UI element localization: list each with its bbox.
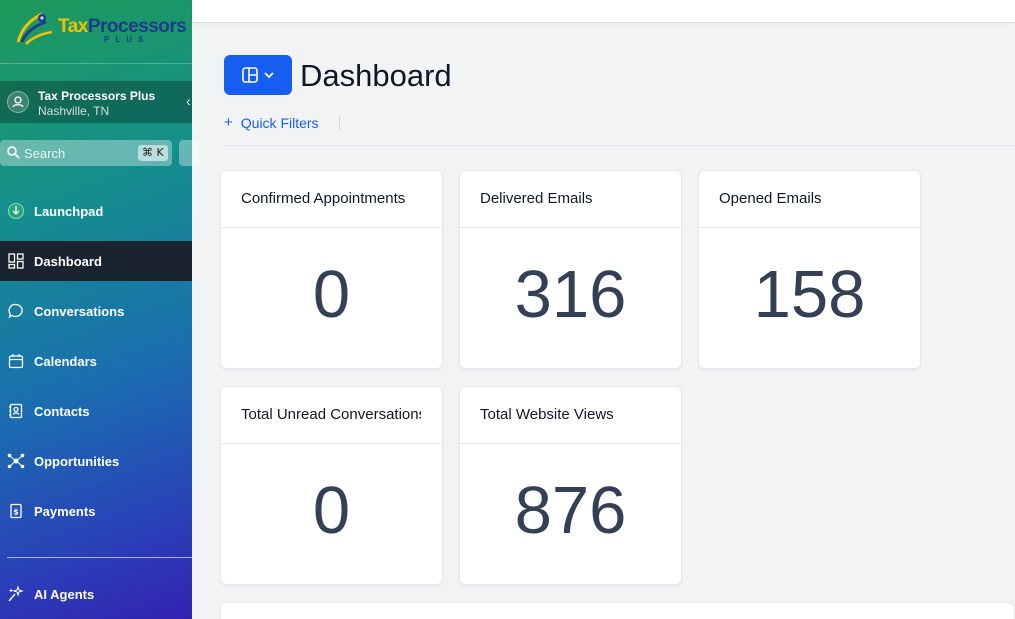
- sidebar-item-conversations[interactable]: Conversations: [0, 291, 192, 331]
- widget-title: Opened Emails: [719, 190, 822, 207]
- filter-separator: [339, 116, 340, 130]
- widget-card-partial[interactable]: [220, 602, 1015, 619]
- layout-panel-icon: [242, 67, 258, 83]
- sidebar-item-label: AI Agents: [34, 586, 95, 602]
- svg-text:$: $: [13, 508, 19, 517]
- page-title: Dashboard: [300, 58, 452, 93]
- widget-title: Total Unread Conversations: [241, 406, 421, 423]
- chat-icon: [7, 302, 25, 320]
- search-shortcut: ⌘ K: [138, 145, 168, 161]
- widget-card-unread-conversations[interactable]: Total Unread Conversations 0: [220, 386, 443, 585]
- widget-divider: [460, 443, 681, 444]
- dashboard-switcher-button[interactable]: [224, 55, 292, 95]
- top-bar: [192, 0, 1015, 23]
- widget-card-confirmed-appointments[interactable]: Confirmed Appointments 0: [220, 170, 443, 369]
- brand-tagline: PLUS: [104, 35, 150, 44]
- sparkle-icon: [7, 585, 25, 603]
- rocket-icon: [7, 202, 25, 220]
- location-avatar-icon: [7, 91, 29, 113]
- widget-divider: [221, 227, 442, 228]
- quick-action-button[interactable]: [179, 140, 199, 166]
- sidebar-item-contacts[interactable]: Contacts: [0, 391, 192, 431]
- sidebar-item-calendars[interactable]: Calendars: [0, 341, 192, 381]
- payments-icon: $: [7, 502, 25, 520]
- expand-chevron-icon[interactable]: ‹: [186, 93, 191, 109]
- widget-value: 0: [312, 473, 351, 548]
- account-name: Tax Processors Plus: [38, 89, 156, 103]
- widget-card-website-views[interactable]: Total Website Views 876: [459, 386, 682, 585]
- sidebar-item-label: Contacts: [34, 403, 90, 419]
- sidebar-item-label: Calendars: [34, 353, 97, 369]
- sidebar-item-launchpad[interactable]: Launchpad: [0, 191, 192, 231]
- sidebar: TaxProcessors PLUS Tax Processors Plus N…: [0, 0, 192, 619]
- widget-divider: [699, 227, 920, 228]
- search-icon: [7, 146, 20, 159]
- quick-filters-button[interactable]: + Quick Filters: [224, 114, 319, 131]
- contacts-icon: [7, 402, 25, 420]
- widget-value: 158: [753, 257, 866, 332]
- header-divider: [222, 145, 1015, 146]
- dashboard-grid-icon: [7, 252, 25, 270]
- widget-value: 316: [514, 257, 627, 332]
- sidebar-item-dashboard[interactable]: Dashboard: [0, 241, 192, 281]
- sidebar-item-label: Conversations: [34, 303, 125, 319]
- leaf-logo-icon: [16, 12, 53, 45]
- sidebar-item-payments[interactable]: $ Payments: [0, 491, 192, 531]
- account-switcher[interactable]: Tax Processors Plus Nashville, TN ‹: [0, 81, 192, 123]
- widget-divider: [221, 443, 442, 444]
- widget-value: 876: [514, 473, 627, 548]
- opportunities-icon: [7, 452, 25, 470]
- widget-title: Delivered Emails: [480, 190, 593, 207]
- search-placeholder: Search: [24, 146, 66, 161]
- sidebar-item-opportunities[interactable]: Opportunities: [0, 441, 192, 481]
- widget-title: Total Website Views: [480, 406, 614, 423]
- widget-title: Confirmed Appointments: [241, 190, 406, 207]
- calendar-icon: [7, 352, 25, 370]
- account-location: Nashville, TN: [38, 104, 110, 118]
- chevron-down-icon: [264, 72, 274, 79]
- sidebar-item-label: Dashboard: [34, 253, 102, 269]
- brand-logo[interactable]: TaxProcessors PLUS: [0, 0, 192, 64]
- sidebar-item-label: Payments: [34, 503, 96, 519]
- sidebar-item-ai-agents[interactable]: AI Agents: [0, 574, 192, 614]
- quick-filters-label: Quick Filters: [240, 114, 319, 131]
- sidebar-item-label: Launchpad: [34, 203, 104, 219]
- widget-card-delivered-emails[interactable]: Delivered Emails 316: [459, 170, 682, 369]
- sidebar-divider: [7, 557, 192, 558]
- widget-card-opened-emails[interactable]: Opened Emails 158: [698, 170, 921, 369]
- sidebar-item-label: Opportunities: [34, 453, 120, 469]
- plus-icon: +: [224, 114, 233, 131]
- widget-value: 0: [312, 257, 351, 332]
- search-input[interactable]: Search ⌘ K: [0, 140, 172, 166]
- widget-divider: [460, 227, 681, 228]
